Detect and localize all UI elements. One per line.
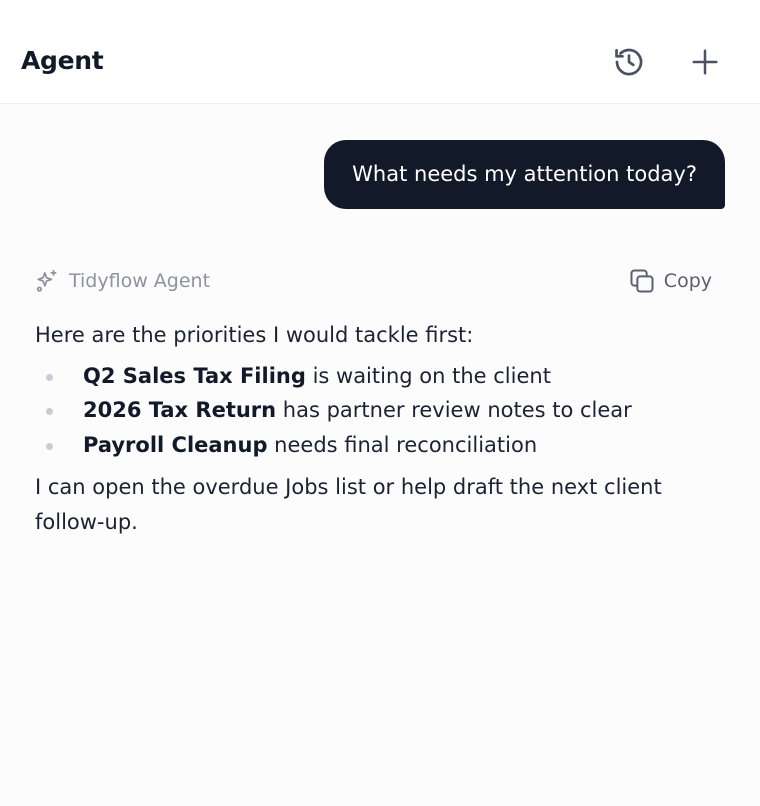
list-item: 2026 Tax Return has partner review notes… [35, 393, 715, 428]
reply-intro: Here are the priorities I would tackle f… [35, 323, 474, 347]
copy-label: Copy [663, 270, 712, 292]
list-item: Payroll Cleanup needs final reconciliati… [35, 428, 715, 463]
history-icon [612, 45, 646, 79]
item-text: has partner review notes to clear [276, 398, 632, 422]
agent-attribution: Tidyflow Agent [34, 266, 210, 296]
new-chat-button[interactable] [683, 40, 727, 84]
list-item: Q2 Sales Tax Filing is waiting on the cl… [35, 359, 715, 394]
item-text: needs final reconciliation [267, 432, 538, 457]
bullet-dot [46, 373, 53, 381]
sparkle-icon [34, 268, 60, 294]
item-title: 2026 Tax Return [83, 398, 277, 422]
user-message-bubble: What needs my attention today? [324, 140, 725, 209]
reply-outro: I can open the overdue Jobs list or help… [35, 475, 662, 534]
copy-icon [628, 267, 656, 295]
agent-reply: Here are the priorities I would tackle f… [35, 318, 715, 539]
copy-button[interactable]: Copy [628, 266, 712, 296]
item-text: is waiting on the client [305, 363, 551, 388]
item-title: Q2 Sales Tax Filing [83, 363, 306, 388]
agent-header: Agent [0, 0, 760, 104]
panel-title: Agent [21, 46, 104, 75]
plus-icon [690, 47, 720, 77]
history-button[interactable] [607, 40, 651, 84]
agent-name: Tidyflow Agent [69, 270, 211, 292]
bullet-dot [46, 408, 53, 415]
priority-list: Q2 Sales Tax Filing is waiting on the cl… [35, 359, 715, 463]
bullet-dot [46, 442, 53, 450]
item-title: Payroll Cleanup [83, 432, 268, 457]
